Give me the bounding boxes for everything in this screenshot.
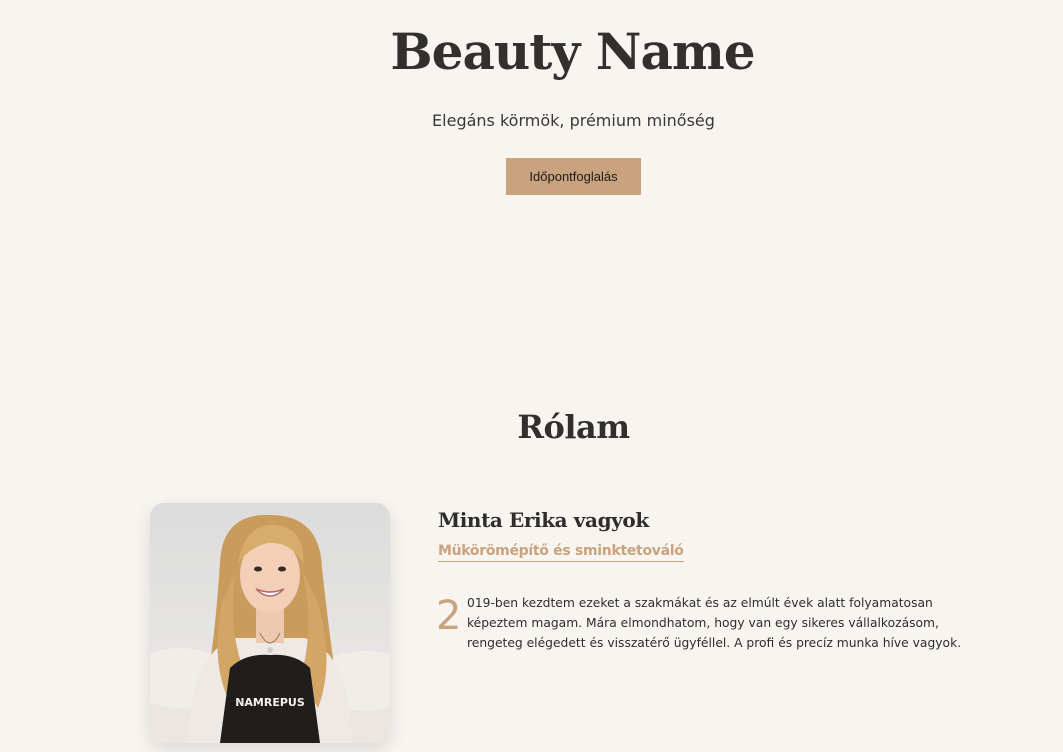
bio-text: 019-ben kezdtem ezeket a szakmákat és az… bbox=[467, 596, 962, 650]
booking-button[interactable]: Időpontfoglalás bbox=[506, 158, 641, 195]
intro-name: Minta Erika vagyok bbox=[438, 508, 649, 532]
profile-photo: NAMREPUS bbox=[150, 503, 390, 743]
apron-text: NAMREPUS bbox=[235, 696, 305, 709]
intro-role: Mükörömépítő és sminktetováló bbox=[438, 543, 684, 562]
hero-title: Beauty Name bbox=[390, 22, 755, 81]
profile-photo-illustration: NAMREPUS bbox=[150, 514, 390, 743]
about-section-title: Rólam bbox=[517, 408, 630, 446]
bio-dropcap: 2 bbox=[436, 593, 462, 639]
hero-tagline: Elegáns körmök, prémium minőség bbox=[432, 111, 715, 130]
